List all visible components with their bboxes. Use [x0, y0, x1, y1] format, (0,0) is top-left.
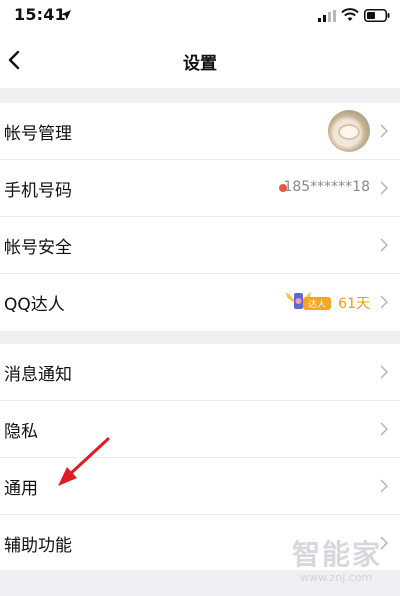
- watermark: 智能家 www.znj.com: [292, 533, 392, 589]
- row-label: QQ达人: [4, 295, 65, 315]
- settings-group-account: 帐号管理 手机号码 185******18 帐号安全 QQ达人 达人 61天: [0, 103, 400, 331]
- chevron-right-icon: [380, 181, 388, 195]
- chevron-right-icon: [380, 238, 388, 252]
- row-label: 隐私: [4, 422, 38, 442]
- qq-expert-badge-icon: 达人: [286, 292, 331, 310]
- avatar: [328, 110, 370, 152]
- chevron-right-icon: [380, 365, 388, 379]
- row-label: 消息通知: [4, 365, 72, 385]
- row-phone-number[interactable]: 手机号码 185******18: [0, 160, 400, 217]
- row-label: 辅助功能: [4, 536, 72, 556]
- row-label: 手机号码: [4, 181, 72, 201]
- battery-icon: [364, 9, 390, 22]
- chevron-right-icon: [380, 124, 388, 138]
- annotation-arrow-icon: [58, 437, 110, 486]
- row-account-management[interactable]: 帐号管理: [0, 103, 400, 160]
- wifi-icon: [341, 8, 359, 21]
- row-label: 通用: [4, 479, 38, 499]
- location-arrow-icon: [61, 10, 71, 20]
- badge-label: 达人: [308, 298, 326, 310]
- chevron-right-icon: [380, 422, 388, 436]
- status-time: 15:41: [14, 5, 66, 24]
- chevron-right-icon: [380, 295, 388, 309]
- watermark-url: www.znj.com: [300, 571, 373, 584]
- row-label: 帐号管理: [4, 124, 72, 144]
- row-label: 帐号安全: [4, 238, 72, 258]
- chevron-right-icon: [380, 479, 388, 493]
- row-notifications[interactable]: 消息通知: [0, 344, 400, 401]
- watermark-text: 智能家: [292, 538, 383, 571]
- row-account-security[interactable]: 帐号安全: [0, 217, 400, 274]
- qq-expert-days: 61天: [338, 296, 370, 312]
- status-bar: 15:41: [0, 0, 400, 32]
- page-title: 设置: [183, 54, 217, 74]
- row-qq-expert[interactable]: QQ达人 达人 61天: [0, 274, 400, 330]
- navigation-bar: 设置: [0, 32, 400, 88]
- cellular-signal-icon: [318, 10, 336, 22]
- phone-number-value: 185******18: [283, 179, 370, 195]
